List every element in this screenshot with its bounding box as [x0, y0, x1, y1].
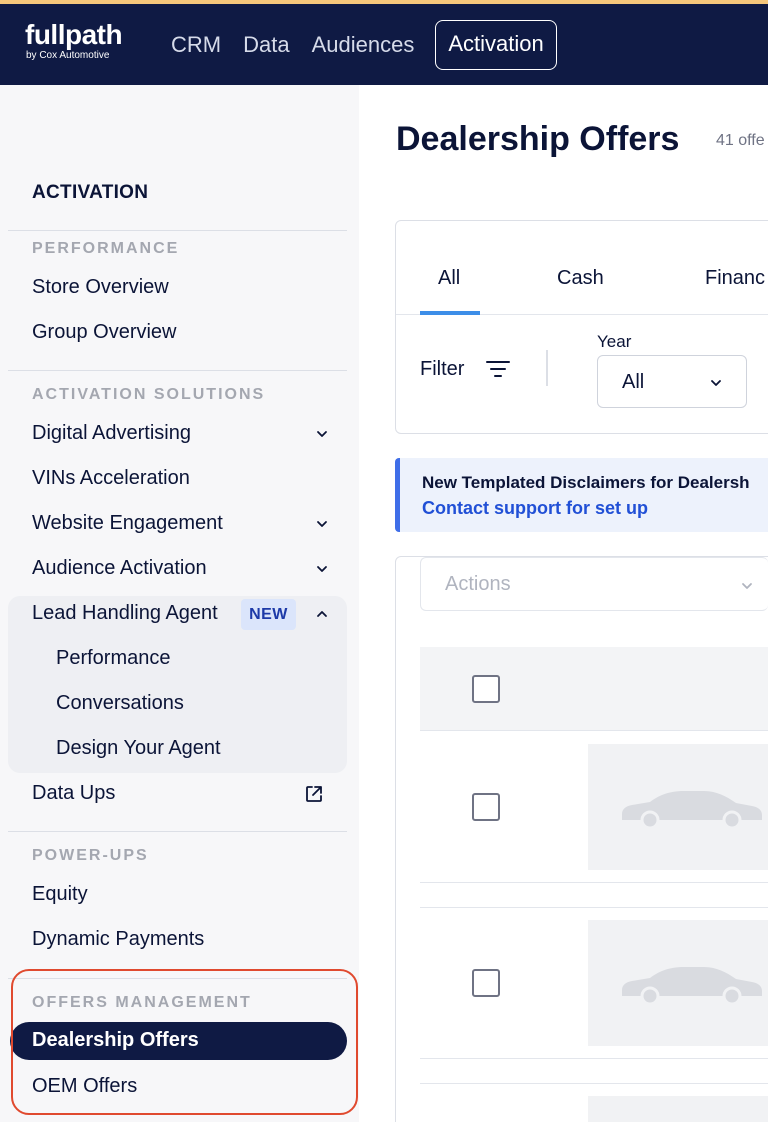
section-power-ups: POWER-UPS	[32, 847, 149, 864]
active-tab-indicator	[420, 311, 480, 315]
top-header: fullpath by Cox Automotive CRM Data Audi…	[0, 4, 768, 85]
divider	[8, 230, 347, 231]
offer-thumbnail	[588, 1096, 768, 1122]
offer-thumbnail	[588, 920, 768, 1046]
section-activation-solutions: ACTIVATION SOLUTIONS	[32, 386, 266, 403]
row-divider	[420, 1058, 768, 1059]
contact-support-link[interactable]: Contact support for set up	[422, 498, 648, 519]
tab-finance[interactable]: Financ	[705, 267, 765, 290]
filter-icon[interactable]	[486, 359, 510, 379]
year-select[interactable]: All	[597, 355, 747, 408]
nav-activation[interactable]: Activation	[435, 20, 557, 70]
logo-subtitle: by Cox Automotive	[26, 50, 110, 61]
sidebar-item-vins-acceleration[interactable]: VINs Acceleration	[32, 467, 190, 490]
sidebar-item-website-engagement[interactable]: Website Engagement	[32, 512, 223, 535]
sidebar-item-equity[interactable]: Equity	[32, 883, 88, 906]
chevron-down-icon	[711, 380, 721, 386]
sidebar-item-dynamic-payments[interactable]: Dynamic Payments	[32, 928, 204, 951]
sidebar-item-digital-advertising[interactable]: Digital Advertising	[32, 422, 191, 445]
filter-separator	[546, 350, 548, 386]
section-performance: PERFORMANCE	[32, 240, 180, 257]
external-link-icon[interactable]	[304, 784, 324, 804]
nav-audiences[interactable]: Audiences	[301, 20, 426, 70]
info-banner	[395, 458, 768, 532]
year-label: Year	[597, 332, 632, 351]
logo-wordmark: fullpath	[25, 19, 123, 50]
divider	[8, 370, 347, 371]
chevron-down-icon[interactable]	[314, 561, 330, 577]
row-divider	[420, 882, 768, 883]
new-badge: NEW	[241, 599, 296, 630]
offer-thumbnail	[588, 744, 768, 870]
year-select-value: All	[622, 371, 645, 393]
sidebar-item-data-ups[interactable]: Data Ups	[32, 782, 115, 805]
sidebar-title: ACTIVATION	[32, 182, 149, 203]
chevron-down-icon[interactable]	[314, 426, 330, 442]
sidebar-item-store-overview[interactable]: Store Overview	[32, 276, 169, 299]
row-divider	[420, 907, 768, 908]
logo[interactable]: fullpath by Cox Automotive	[25, 19, 123, 62]
actions-select[interactable]: Actions	[420, 557, 768, 611]
chevron-down-icon	[742, 583, 752, 589]
row-divider	[420, 1083, 768, 1084]
select-all-checkbox[interactable]	[472, 675, 500, 703]
car-placeholder-icon	[622, 967, 762, 1004]
chevron-down-icon[interactable]	[314, 516, 330, 532]
page-title: Dealership Offers	[396, 120, 680, 158]
nav-crm[interactable]: CRM	[160, 20, 232, 70]
row-checkbox[interactable]	[472, 793, 500, 821]
car-placeholder-icon	[622, 791, 762, 828]
sidebar-subitem-conversations[interactable]: Conversations	[56, 692, 184, 715]
highlight-annotation-box	[11, 969, 358, 1115]
chevron-up-icon[interactable]	[314, 606, 330, 622]
nav-data[interactable]: Data	[232, 20, 300, 70]
offer-count: 41 offe	[716, 132, 765, 149]
sidebar-item-group-overview[interactable]: Group Overview	[32, 321, 177, 344]
divider	[8, 831, 347, 832]
filter-label[interactable]: Filter	[420, 358, 464, 381]
sidebar-subitem-performance[interactable]: Performance	[56, 647, 171, 670]
row-checkbox[interactable]	[472, 969, 500, 997]
sidebar-item-lead-handling-agent[interactable]: Lead Handling Agent	[32, 602, 218, 625]
tab-all[interactable]: All	[438, 267, 460, 290]
actions-placeholder: Actions	[445, 573, 511, 595]
sidebar-item-audience-activation[interactable]: Audience Activation	[32, 557, 207, 580]
banner-title: New Templated Disclaimers for Dealersh	[422, 473, 750, 492]
tab-cash[interactable]: Cash	[557, 267, 604, 290]
sidebar-subitem-design-your-agent[interactable]: Design Your Agent	[56, 737, 221, 760]
main-nav: CRM Data Audiences Activation	[160, 20, 557, 70]
